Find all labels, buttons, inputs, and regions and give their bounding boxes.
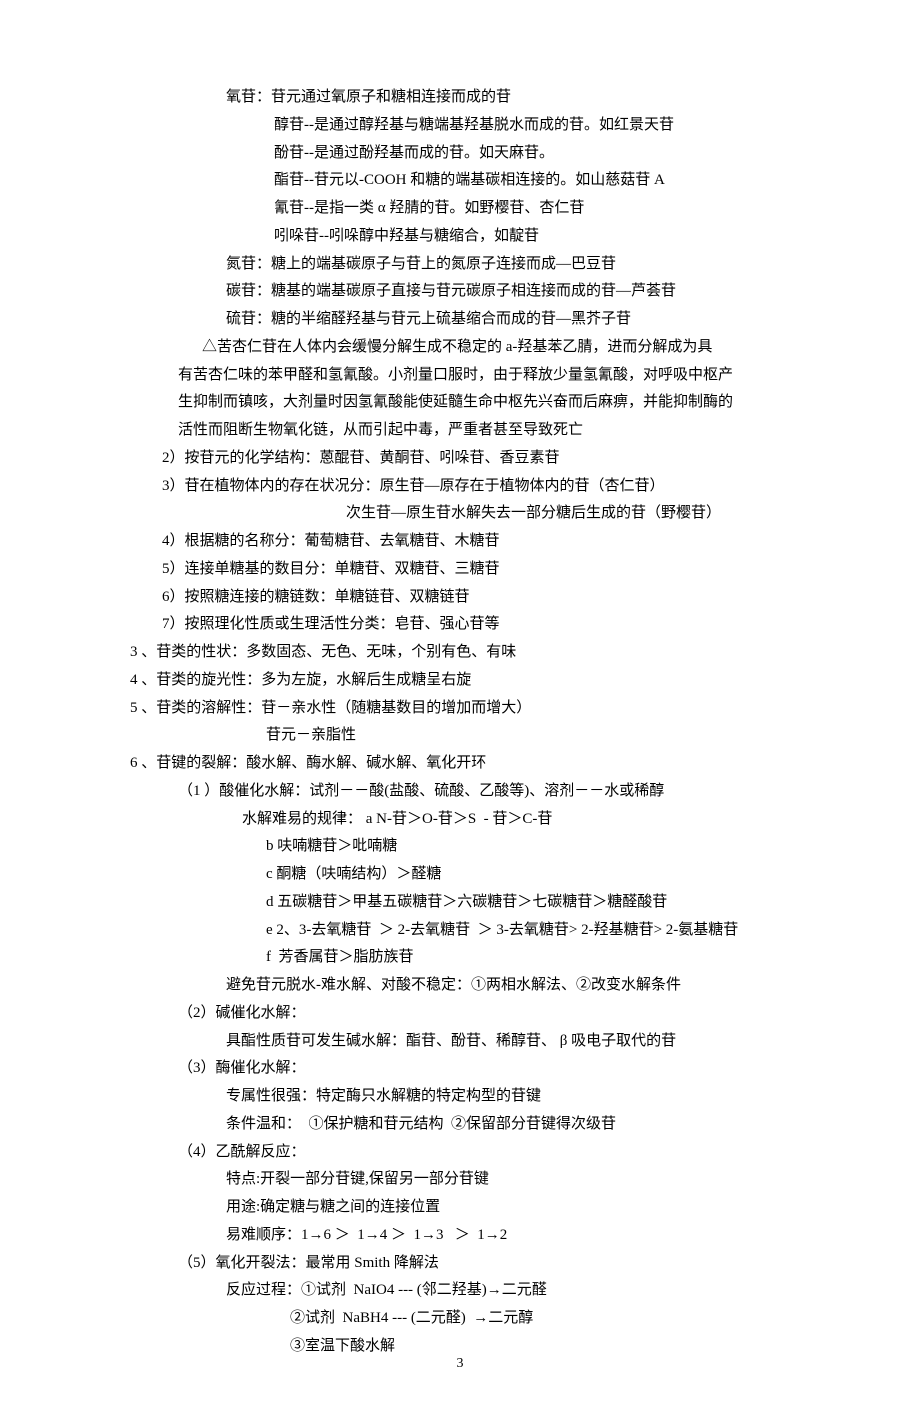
text-line: c 酮糖（呋喃结构）＞醛糖 [130,861,790,889]
text-line: 氰苷--是指一类 α 羟腈的苷。如野樱苷、杏仁苷 [130,195,790,223]
document-page: 氧苷：苷元通过氧原子和糖相连接而成的苷醇苷--是通过醇羟基与糖端基羟基脱水而成的… [0,0,920,1401]
text-line: 用途:确定糖与糖之间的连接位置 [130,1194,790,1222]
page-content: 氧苷：苷元通过氧原子和糖相连接而成的苷醇苷--是通过醇羟基与糖端基羟基脱水而成的… [130,84,790,1361]
text-line: （3）酶催化水解： [130,1055,790,1083]
text-line: 水解难易的规律： a N-苷＞O-苷＞S - 苷＞C-苷 [130,806,790,834]
text-line: 氮苷：糖上的端基碳原子与苷上的氮原子连接而成—巴豆苷 [130,251,790,279]
text-line: 活性而阻断生物氧化链，从而引起中毒，严重者甚至导致死亡 [130,417,790,445]
text-line: 6 、苷键的裂解：酸水解、酶水解、碱水解、氧化开环 [130,750,790,778]
text-line: b 呋喃糖苷＞吡喃糖 [130,833,790,861]
text-line: 生抑制而镇咳，大剂量时因氢氰酸能使延髓生命中枢先兴奋而后麻痹，并能抑制酶的 [130,389,790,417]
text-line: 4）根据糖的名称分：葡萄糖苷、去氧糖苷、木糖苷 [130,528,790,556]
text-line: 条件温和： ①保护糖和苷元结构 ②保留部分苷键得次级苷 [130,1111,790,1139]
text-line: ②试剂 NaBH4 --- (二元醛) →二元醇 [130,1305,790,1333]
text-line: 避免苷元脱水-难水解、对酸不稳定：①两相水解法、②改变水解条件 [130,972,790,1000]
text-line: 酯苷--苷元以-COOH 和糖的端基碳相连接的。如山慈菇苷 A [130,167,790,195]
text-line: 有苦杏仁味的苯甲醛和氢氰酸。小剂量口服时，由于释放少量氢氰酸，对呼吸中枢产 [130,362,790,390]
text-line: 专属性很强：特定酶只水解糖的特定构型的苷键 [130,1083,790,1111]
text-line: 易难顺序：1→6 ＞ 1→4 ＞ 1→3 ＞ 1→2 [130,1222,790,1250]
text-line: 具酯性质苷可发生碱水解：酯苷、酚苷、稀醇苷、 β 吸电子取代的苷 [130,1028,790,1056]
text-line: 4 、苷类的旋光性：多为左旋，水解后生成糖呈右旋 [130,667,790,695]
text-line: 3）苷在植物体内的存在状况分：原生苷—原存在于植物体内的苷（杏仁苷） [130,473,790,501]
text-line: 7）按照理化性质或生理活性分类：皂苷、强心苷等 [130,611,790,639]
text-line: 次生苷—原生苷水解失去一部分糖后生成的苷（野樱苷） [130,500,790,528]
text-line: 特点:开裂一部分苷键,保留另一部分苷键 [130,1166,790,1194]
text-line: 苷元－亲脂性 [130,722,790,750]
text-line: 酚苷--是通过酚羟基而成的苷。如天麻苷。 [130,140,790,168]
text-line: 吲哚苷--吲哚醇中羟基与糖缩合，如靛苷 [130,223,790,251]
text-line: △苦杏仁苷在人体内会缓慢分解生成不稳定的 a-羟基苯乙腈，进而分解成为具 [130,334,790,362]
text-line: （1 ）酸催化水解：试剂－－酸(盐酸、硫酸、乙酸等)、溶剂－－水或稀醇 [130,778,790,806]
text-line: 醇苷--是通过醇羟基与糖端基羟基脱水而成的苷。如红景天苷 [130,112,790,140]
text-line: f 芳香属苷＞脂肪族苷 [130,944,790,972]
text-line: 氧苷：苷元通过氧原子和糖相连接而成的苷 [130,84,790,112]
text-line: （4）乙酰解反应： [130,1139,790,1167]
text-line: 5）连接单糖基的数目分：单糖苷、双糖苷、三糖苷 [130,556,790,584]
text-line: 碳苷：糖基的端基碳原子直接与苷元碳原子相连接而成的苷—芦荟苷 [130,278,790,306]
text-line: e 2、3-去氧糖苷 ＞ 2-去氧糖苷 ＞ 3-去氧糖苷> 2-羟基糖苷> 2-… [130,917,790,945]
text-line: 6）按照糖连接的糖链数：单糖链苷、双糖链苷 [130,584,790,612]
text-line: （2）碱催化水解： [130,1000,790,1028]
page-number: 3 [0,1351,920,1377]
text-line: d 五碳糖苷＞甲基五碳糖苷＞六碳糖苷＞七碳糖苷＞糖醛酸苷 [130,889,790,917]
text-line: 硫苷：糖的半缩醛羟基与苷元上硫基缩合而成的苷—黑芥子苷 [130,306,790,334]
text-line: 2）按苷元的化学结构：蒽醌苷、黄酮苷、吲哚苷、香豆素苷 [130,445,790,473]
text-line: 3 、苷类的性状：多数固态、无色、无味，个别有色、有味 [130,639,790,667]
text-line: 反应过程：①试剂 NaIO4 --- (邻二羟基)→二元醛 [130,1277,790,1305]
text-line: 5 、苷类的溶解性：苷－亲水性（随糖基数目的增加而增大） [130,695,790,723]
text-line: （5）氧化开裂法：最常用 Smith 降解法 [130,1250,790,1278]
